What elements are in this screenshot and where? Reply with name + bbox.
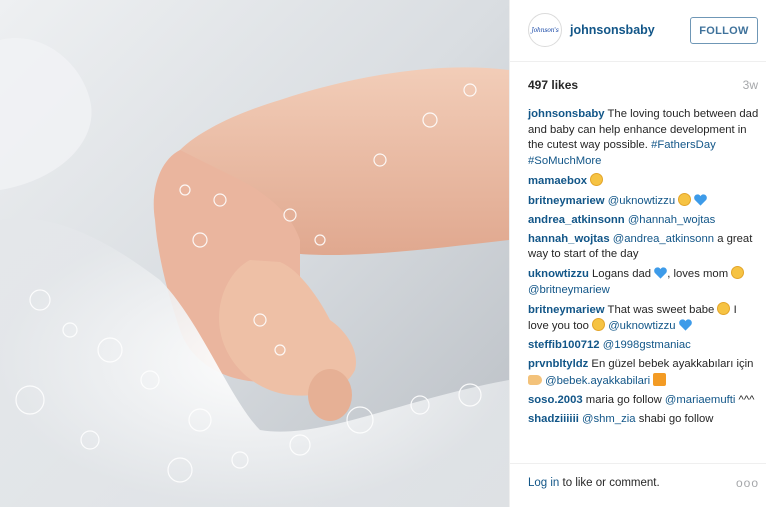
comment-username[interactable]: uknowtizzu <box>528 268 589 280</box>
comment-username[interactable]: steffib100712 <box>528 339 600 351</box>
comment-mention[interactable]: @uknowtizzu <box>608 320 675 332</box>
picture-emoji-icon <box>653 372 667 386</box>
likes-count[interactable]: 497 likes <box>528 78 578 92</box>
comment-mention[interactable]: @mariaemufti <box>665 394 735 406</box>
comment-mention[interactable]: @shm_zia <box>582 413 636 425</box>
blue-heart-icon <box>654 267 668 279</box>
comment-mention[interactable]: @bebek.ayakkabilari <box>545 375 650 387</box>
comment-username[interactable]: mamaebox <box>528 175 587 187</box>
caption: johnsonsbaby The loving touch between da… <box>528 107 760 169</box>
comment-username[interactable]: shadziiiiii <box>528 413 579 425</box>
comment-username[interactable]: andrea_atkinsonn <box>528 214 625 226</box>
comment-mention[interactable]: @uknowtizzu <box>608 195 675 207</box>
comment-item: steffib100712 @1998gstmaniac <box>528 338 760 354</box>
comment-username[interactable]: britneymariew <box>528 304 605 316</box>
avatar-logo-text: Johnson's <box>531 26 559 34</box>
comment-item: uknowtizzu Logans dad , loves mom @britn… <box>528 266 760 298</box>
more-options-icon[interactable]: ooo <box>736 476 759 490</box>
post-sidebar: Johnson's johnsonsbaby FOLLOW 497 likes … <box>509 0 766 507</box>
comment-item: britneymariew That was sweet babe I love… <box>528 301 760 335</box>
kiss-emoji-icon <box>678 192 692 206</box>
comment-item: britneymariew @uknowtizzu <box>528 192 760 210</box>
comment-mention[interactable]: @britneymariew <box>528 284 610 296</box>
bath-hands-image <box>0 0 509 507</box>
post-footer: Log in to like or comment. ooo <box>510 463 766 507</box>
kiss-emoji-icon <box>592 318 606 331</box>
pointing-hand-icon <box>528 374 542 385</box>
comment-item: shadziiiiii @shm_zia shabi go follow <box>528 412 760 428</box>
post-header: Johnson's johnsonsbaby FOLLOW <box>510 0 766 62</box>
smile-emoji-icon <box>590 172 604 186</box>
comment-text: shabi go follow <box>638 412 714 425</box>
blue-heart-icon <box>694 193 708 206</box>
wink-emoji-icon <box>731 266 745 279</box>
comment-text: Logans dad <box>592 268 652 280</box>
comment-mention[interactable]: @hannah_wojtas <box>628 214 715 226</box>
comment-username[interactable]: britneymariew <box>528 195 605 207</box>
comment-text: maria go follow <box>585 393 662 406</box>
comment-text: That was sweet babe <box>607 303 715 316</box>
comment-text: , loves mom <box>667 268 729 280</box>
comment-username[interactable]: johnsonsbaby <box>528 108 605 120</box>
comment-username[interactable]: prvnbltyldz <box>528 358 588 370</box>
comment-mention[interactable]: @1998gstmaniac <box>603 339 691 351</box>
comment-username[interactable]: soso.2003 <box>528 394 583 406</box>
comment-item: mamaebox <box>528 172 760 190</box>
comment-item: soso.2003 maria go follow @mariaemufti ^… <box>528 393 760 409</box>
blue-heart-icon <box>678 319 692 331</box>
comment-item: hannah_wojtas @andrea_atkinsonn a great … <box>528 232 760 263</box>
comment-item: andrea_atkinsonn @hannah_wojtas <box>528 213 760 229</box>
comment-text: ^^^ <box>738 393 755 406</box>
comment-username[interactable]: hannah_wojtas <box>528 233 610 245</box>
login-prompt-text: to like or comment. <box>559 477 660 489</box>
username-link[interactable]: johnsonsbaby <box>570 23 655 37</box>
comment-text: En güzel bebek ayakkabıları için <box>591 358 754 370</box>
avatar[interactable]: Johnson's <box>528 13 562 47</box>
post-age[interactable]: 3w <box>743 78 758 92</box>
comment-list: johnsonsbaby The loving touch between da… <box>528 107 760 431</box>
login-prompt: Log in to like or comment. <box>528 477 660 489</box>
blush-emoji-icon <box>717 301 731 315</box>
follow-button[interactable]: FOLLOW <box>690 17 758 44</box>
comment-mention[interactable]: @andrea_atkinsonn <box>613 233 714 245</box>
comment-item: prvnbltyldz En güzel bebek ayakkabıları … <box>528 357 760 389</box>
login-link[interactable]: Log in <box>528 477 559 489</box>
post-photo[interactable] <box>0 0 509 507</box>
